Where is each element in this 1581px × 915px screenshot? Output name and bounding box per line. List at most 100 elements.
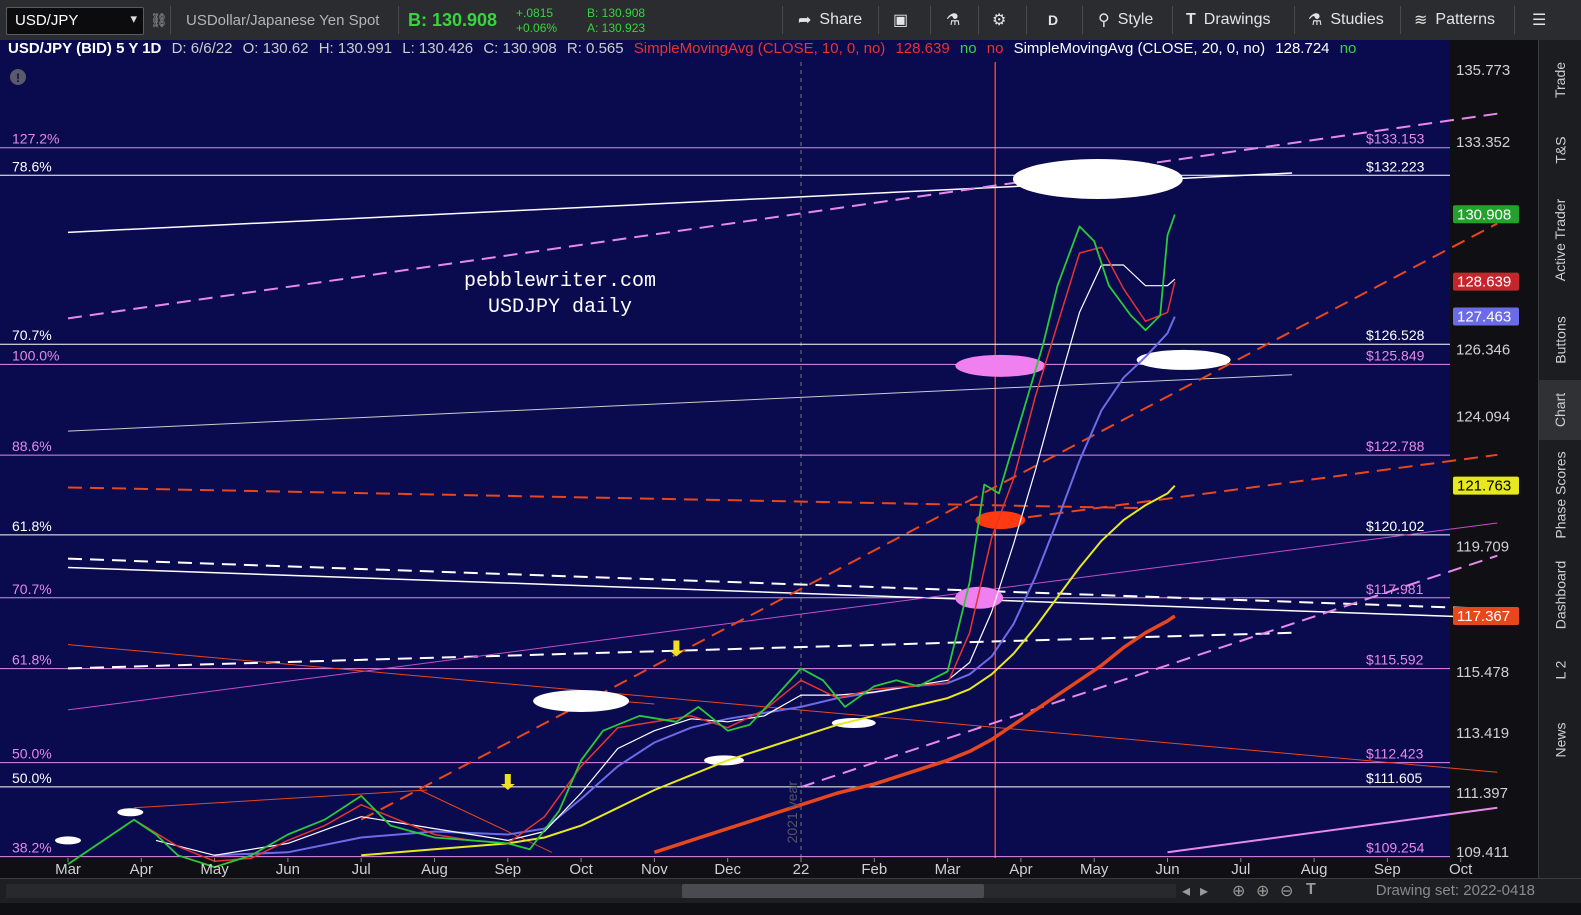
y-tick-label: 115.478 xyxy=(1456,664,1509,681)
fib-price-label: $115.592 xyxy=(1366,652,1424,668)
price-chart[interactable]: 127.2% $133.153 78.6% $132.223 70.7% $126.528… xyxy=(0,40,1538,878)
drawing-set-label[interactable]: Drawing set: 2022-0418 xyxy=(1376,882,1535,899)
x-tick-label: Sep xyxy=(1374,861,1401,878)
share-button[interactable]: ➦ Share xyxy=(798,0,862,40)
price-badge-label: 121.763 xyxy=(1457,478,1511,495)
fib-price-label: $120.102 xyxy=(1366,518,1425,534)
x-tick-label: Oct xyxy=(1449,861,1473,878)
patterns-button[interactable]: ≋ Patterns xyxy=(1414,0,1495,40)
sma20-label[interactable]: SimpleMovingAvg (CLOSE, 20, 0, no) xyxy=(1014,40,1266,57)
y-tick-label: 119.709 xyxy=(1456,539,1509,556)
sidebar-tab-label: T&S xyxy=(1552,136,1569,164)
patterns-label: Patterns xyxy=(1435,11,1495,28)
x-tick-label: Oct xyxy=(569,861,593,878)
symbol-description: USDollar/Japanese Yen Spot xyxy=(186,11,380,29)
period-button[interactable]: D xyxy=(1048,0,1058,40)
x-tick-label: May xyxy=(200,861,229,878)
x-tick-label: Apr xyxy=(1009,861,1032,878)
sidebar-tab-chart[interactable]: Chart xyxy=(1539,380,1581,440)
sma20-value: 128.724 xyxy=(1275,40,1330,57)
y-tick-label: 113.419 xyxy=(1456,725,1509,742)
y-tick-label: 126.346 xyxy=(1456,342,1510,359)
zoom-in-icon[interactable]: ⊕ xyxy=(1256,881,1269,901)
fib-pct-label: 78.6% xyxy=(12,158,52,174)
fib-price-label: $133.153 xyxy=(1366,131,1425,147)
x-tick-label: Mar xyxy=(55,861,81,878)
annotation-ellipse-9 xyxy=(55,836,81,845)
price-badge-label: 130.908 xyxy=(1457,206,1511,223)
bottom-bar: ◂ ▸ ⊕ ⊕ ⊖ T Drawing set: 2022-0418 xyxy=(0,878,1581,903)
annotation-ellipse-2 xyxy=(1136,349,1231,370)
crosshair-icon[interactable]: ⊕ xyxy=(1232,881,1245,901)
sidebar-tab-news[interactable]: News xyxy=(1539,700,1581,780)
drawings-label: Drawings xyxy=(1203,11,1271,28)
fib-pct-label: 100.0% xyxy=(12,347,59,363)
sidebar-tab-label: L 2 xyxy=(1552,660,1569,680)
price-badge-label: 117.367 xyxy=(1457,608,1510,625)
fib-pct-label: 70.7% xyxy=(12,327,52,343)
symbol-value: USD/JPY xyxy=(15,12,79,29)
chart-settings-icon[interactable]: ▣ xyxy=(893,0,908,40)
y-tick-label: 133.352 xyxy=(1456,134,1510,151)
ohlc-range: R: 0.565 xyxy=(566,40,624,57)
annotation-ellipse-0 xyxy=(1012,158,1183,199)
alert-icon[interactable]: ! xyxy=(10,69,26,85)
change-value: +.0815 xyxy=(516,6,554,20)
time-scrollbar[interactable] xyxy=(6,884,1176,898)
sma10-value: 128.639 xyxy=(895,40,950,57)
scroll-right-icon[interactable]: ▸ xyxy=(1200,881,1208,901)
sidebar-tab-label: Chart xyxy=(1552,392,1569,428)
sidebar-tab-dashboard[interactable]: Dashboard xyxy=(1539,550,1581,640)
sma10-label[interactable]: SimpleMovingAvg (CLOSE, 10, 0, no) xyxy=(634,40,886,57)
sidebar-tab-buttons[interactable]: Buttons xyxy=(1539,300,1581,380)
ask-small: A: 130.923 xyxy=(587,21,646,35)
scrollbar-thumb[interactable] xyxy=(682,884,984,898)
sidebar-tab-l-2[interactable]: L 2 xyxy=(1539,640,1581,700)
chevron-down-icon[interactable]: ▾ xyxy=(130,11,137,27)
y-tick-label: 109.411 xyxy=(1456,844,1509,861)
fib-price-label: $126.528 xyxy=(1366,327,1425,343)
sidebar-tab-label: Buttons xyxy=(1552,316,1569,364)
fib-price-label: $125.849 xyxy=(1366,347,1425,363)
sidebar-tab-label: Dashboard xyxy=(1552,560,1569,630)
scroll-left-icon[interactable]: ◂ xyxy=(1182,881,1190,901)
y-tick-label: 111.397 xyxy=(1456,785,1508,802)
flask-icon[interactable]: ⚗ xyxy=(946,0,960,40)
x-tick-label: Aug xyxy=(421,861,448,878)
fib-price-label: $132.223 xyxy=(1366,158,1425,174)
menu-icon[interactable]: ☰ xyxy=(1532,0,1546,40)
drawings-button[interactable]: T Drawings xyxy=(1186,0,1270,40)
symbol-selector[interactable]: USD/JPY ▾ xyxy=(6,7,144,35)
ohlc-open: O: 130.62 xyxy=(242,40,309,57)
sidebar-tab-t-s[interactable]: T&S xyxy=(1539,120,1581,180)
studies-label: Studies xyxy=(1330,11,1384,28)
sidebar-tab-active-trader[interactable]: Active Trader xyxy=(1539,180,1581,300)
sidebar-tab-phase-scores[interactable]: Phase Scores xyxy=(1539,440,1581,550)
bid-small: B: 130.908 xyxy=(587,6,646,20)
x-tick-label: May xyxy=(1080,861,1109,878)
x-tick-label: Aug xyxy=(1301,861,1328,878)
text-tool-icon[interactable]: T xyxy=(1306,881,1316,899)
x-tick-label: Feb xyxy=(861,861,887,878)
price-axis-background xyxy=(1450,40,1538,878)
patterns-icon: ≋ xyxy=(1414,12,1428,29)
style-icon: ⚲ xyxy=(1098,12,1110,29)
chart-title-line-0: pebblewriter.com xyxy=(464,270,656,293)
link-icon[interactable]: ⛓ xyxy=(150,0,168,40)
drawings-icon: T xyxy=(1186,11,1196,28)
sidebar-tab-trade[interactable]: Trade xyxy=(1539,40,1581,120)
fib-price-label: $122.788 xyxy=(1366,438,1425,454)
x-tick-label: Nov xyxy=(641,861,668,878)
fib-pct-label: 88.6% xyxy=(12,438,52,454)
fib-price-label: $109.254 xyxy=(1366,840,1425,856)
x-tick-label: 22 xyxy=(793,861,810,878)
studies-button[interactable]: ⚗ Studies xyxy=(1308,0,1384,40)
ohlc-date: D: 6/6/22 xyxy=(171,40,233,57)
annotation-ellipse-8 xyxy=(117,808,144,817)
gear-icon[interactable]: ⚙ xyxy=(992,0,1006,40)
zoom-out-icon[interactable]: ⊖ xyxy=(1280,881,1293,901)
style-button[interactable]: ⚲ Style xyxy=(1098,0,1153,40)
fib-pct-label: 61.8% xyxy=(12,652,52,668)
study-info-bar: USD/JPY (BID) 5 Y 1D D: 6/6/22 O: 130.62… xyxy=(0,40,1450,62)
x-tick-label: Jul xyxy=(352,861,371,878)
